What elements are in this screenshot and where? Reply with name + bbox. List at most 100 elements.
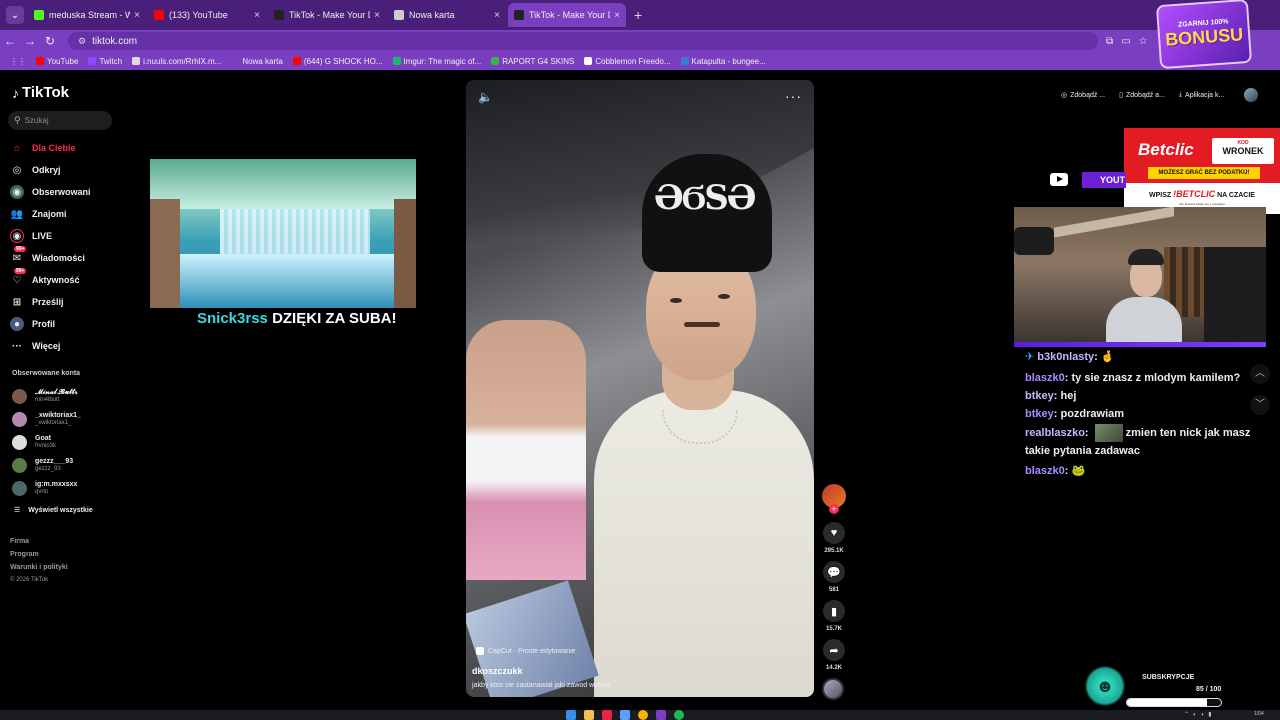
bookmark-item[interactable]: (644) G SHOCK HO... xyxy=(292,57,383,66)
following-icon: ◉ xyxy=(10,185,24,199)
chat-username[interactable]: btkey xyxy=(1025,390,1054,402)
followed-account[interactable]: gezzz___93 gezzz_93 xyxy=(12,458,73,473)
sidebar-item-home[interactable]: ⌂ Dla Ciebie xyxy=(10,137,91,159)
bookmark-item[interactable]: Cobblemon Freedo... xyxy=(584,57,671,66)
browser-tab[interactable]: TikTok - Make Your Day × xyxy=(268,3,386,27)
video-author[interactable]: dkoszczukk xyxy=(472,666,523,676)
bookmark-star-icon[interactable]: ☆ xyxy=(1139,36,1148,47)
tab-close-icon[interactable]: × xyxy=(374,10,380,21)
site-info-icon[interactable]: ⚙ xyxy=(78,36,86,47)
share-icon: ➦ xyxy=(823,639,845,661)
sidebar-item-live[interactable]: ◉ LIVE xyxy=(10,225,91,247)
sidebar-item-friends[interactable]: 👥 Znajomi xyxy=(10,203,91,225)
translate-icon[interactable]: ⧉ xyxy=(1106,36,1113,47)
sidebar-item-compass[interactable]: ◎ Odkryj xyxy=(10,159,91,181)
upload-icon: ⊞ xyxy=(12,296,22,308)
bookmark-item[interactable]: RAPORT G4 SKINS xyxy=(491,57,574,66)
music-disc-icon[interactable] xyxy=(822,678,844,700)
sidebar-item-following[interactable]: ◉ Obserwowani xyxy=(10,181,91,203)
sub-goal-bar xyxy=(1126,698,1222,707)
tab-close-icon[interactable]: × xyxy=(614,10,620,21)
folder-icon[interactable] xyxy=(584,710,594,720)
volume-icon[interactable]: 🔈 xyxy=(478,90,493,104)
sidebar-item-more[interactable]: ··· Więcej xyxy=(10,335,91,357)
top-action-button[interactable]: ▯ Zdobądź a... xyxy=(1114,87,1170,103)
start-icon[interactable] xyxy=(566,710,576,720)
like-button[interactable]: ♥ 295.1K xyxy=(822,522,846,554)
steam-icon[interactable] xyxy=(620,710,630,720)
bookmark-item[interactable]: YouTube xyxy=(36,57,78,66)
capcut-label: CapCut · Proste edytowanie xyxy=(488,647,576,655)
back-icon[interactable]: ← xyxy=(0,34,20,48)
chat-username[interactable]: realblaszko xyxy=(1025,427,1085,439)
chat-message: btkey: hej xyxy=(1025,390,1077,402)
chat-username[interactable]: blaszk0 xyxy=(1025,465,1065,477)
like-count: 295.1K xyxy=(824,548,844,554)
see-all-button[interactable]: ☰ Wyświetl wszystkie xyxy=(14,506,93,515)
video-player[interactable]: ƏϬSƏ 🔈 ··· CapCut · Proste edytowanie dk… xyxy=(466,80,814,697)
betclic-logo: Betclic xyxy=(1138,140,1194,159)
system-tray-icons[interactable]: ⌃◐◖▮ xyxy=(1184,711,1216,718)
tab-close-icon[interactable]: × xyxy=(254,10,260,21)
avatar xyxy=(12,458,27,473)
chat-username[interactable]: btkey xyxy=(1025,408,1054,420)
bookmark-favicon-icon xyxy=(88,57,97,65)
chat-scroll-up-icon[interactable]: ︿ xyxy=(1250,364,1270,384)
taskbar-icons xyxy=(566,710,684,720)
account-handle: min4lbutt xyxy=(35,397,60,403)
reload-icon[interactable]: ↻ xyxy=(40,34,60,48)
bookmark-item[interactable]: Twitch xyxy=(88,57,122,66)
video-more-icon[interactable]: ··· xyxy=(785,88,802,104)
new-tab-button[interactable]: + xyxy=(634,7,642,23)
forward-icon[interactable]: → xyxy=(20,34,40,48)
user-avatar[interactable] xyxy=(1244,88,1258,102)
followed-account[interactable]: _xwiktoriax1_ _xwiktoriax1_ xyxy=(12,412,81,427)
share-button[interactable]: ➦ 14.2K xyxy=(822,639,846,671)
chat-app-icon[interactable] xyxy=(656,710,666,720)
browser-tab[interactable]: (133) YouTube × xyxy=(148,3,266,27)
sub-alert: Snick3rss DZIĘKI ZA SUBA! xyxy=(197,310,397,327)
chat-username[interactable]: blaszk0 xyxy=(1025,372,1065,384)
chrome-icon[interactable] xyxy=(638,710,648,720)
tiktok-logo[interactable]: ♪ TikTok xyxy=(12,84,69,101)
app-icon[interactable] xyxy=(602,710,612,720)
bookmark-item[interactable]: Nowa karta xyxy=(231,57,283,66)
search-input[interactable]: ⚲ Szukaj xyxy=(8,111,112,130)
tab-close-icon[interactable]: × xyxy=(494,10,500,21)
apps-icon[interactable]: ⋮⋮ xyxy=(10,57,26,66)
sidebar-item-upload[interactable]: ⊞ Prześlij xyxy=(10,291,91,313)
footer-link[interactable]: Program xyxy=(10,551,39,558)
account-name: _xwiktoriax1_ xyxy=(35,412,81,419)
bookmark-item[interactable]: Imgur: The magic of... xyxy=(392,57,481,66)
url-field[interactable]: ⚙ tiktok.com xyxy=(68,32,1098,50)
comment-button[interactable]: 💬 581 xyxy=(822,561,846,593)
bookmark-item[interactable]: i.nuuls.com/RrhlX.m... xyxy=(132,57,221,66)
bookmark-item[interactable]: Katapulta - bungee... xyxy=(680,57,766,66)
footer-link[interactable]: Warunki i polityki xyxy=(10,564,68,571)
chat-scroll-down-icon[interactable]: ﹀ xyxy=(1250,395,1270,415)
sidebar-item-activity[interactable]: ♡ 99+ Aktywność xyxy=(10,268,91,291)
cast-icon[interactable]: ▭ xyxy=(1121,36,1130,47)
followed-account[interactable]: ig:m.mxxsxx qvrto xyxy=(12,481,77,496)
friends-icon: 👥 xyxy=(10,208,24,220)
footer-link[interactable]: Firma xyxy=(10,538,29,545)
capcut-tag[interactable]: CapCut · Proste edytowanie xyxy=(476,647,576,655)
sidebar-item-message[interactable]: ✉ 99+ Wiadomości xyxy=(10,246,91,269)
follow-plus-icon[interactable]: + xyxy=(829,504,839,514)
browser-tab[interactable]: Nowa karta × xyxy=(388,3,506,27)
followed-account[interactable]: Goat frvnio3k xyxy=(12,435,56,450)
browser-tab[interactable]: TikTok - Make Your Day × xyxy=(508,3,626,27)
bookmark-label: RAPORT G4 SKINS xyxy=(502,56,575,66)
top-action-button[interactable]: ◎ Zdobądź ... xyxy=(1056,87,1110,103)
tab-search-button[interactable]: ⌄ xyxy=(6,6,24,24)
browser-tab[interactable]: meduska Stream - Watch Live o× xyxy=(28,3,146,27)
sidebar-item-profile[interactable]: ● Profil xyxy=(10,313,91,335)
chat-username[interactable]: b3k0nlasty xyxy=(1037,351,1094,363)
top-action-button[interactable]: ⤓ Aplikacja k... xyxy=(1174,87,1229,103)
creator-avatar[interactable]: + xyxy=(822,484,846,514)
tab-close-icon[interactable]: × xyxy=(134,10,140,21)
followed-account[interactable]: 𝓜𝓲𝓷𝓪𝓵.𝓑𝓾𝓽𝓽𝓻 min4lbutt xyxy=(12,389,78,404)
top-action-label: Aplikacja k... xyxy=(1185,91,1225,99)
spotify-icon[interactable] xyxy=(674,710,684,720)
save-button[interactable]: ▮ 15.7K xyxy=(822,600,846,632)
